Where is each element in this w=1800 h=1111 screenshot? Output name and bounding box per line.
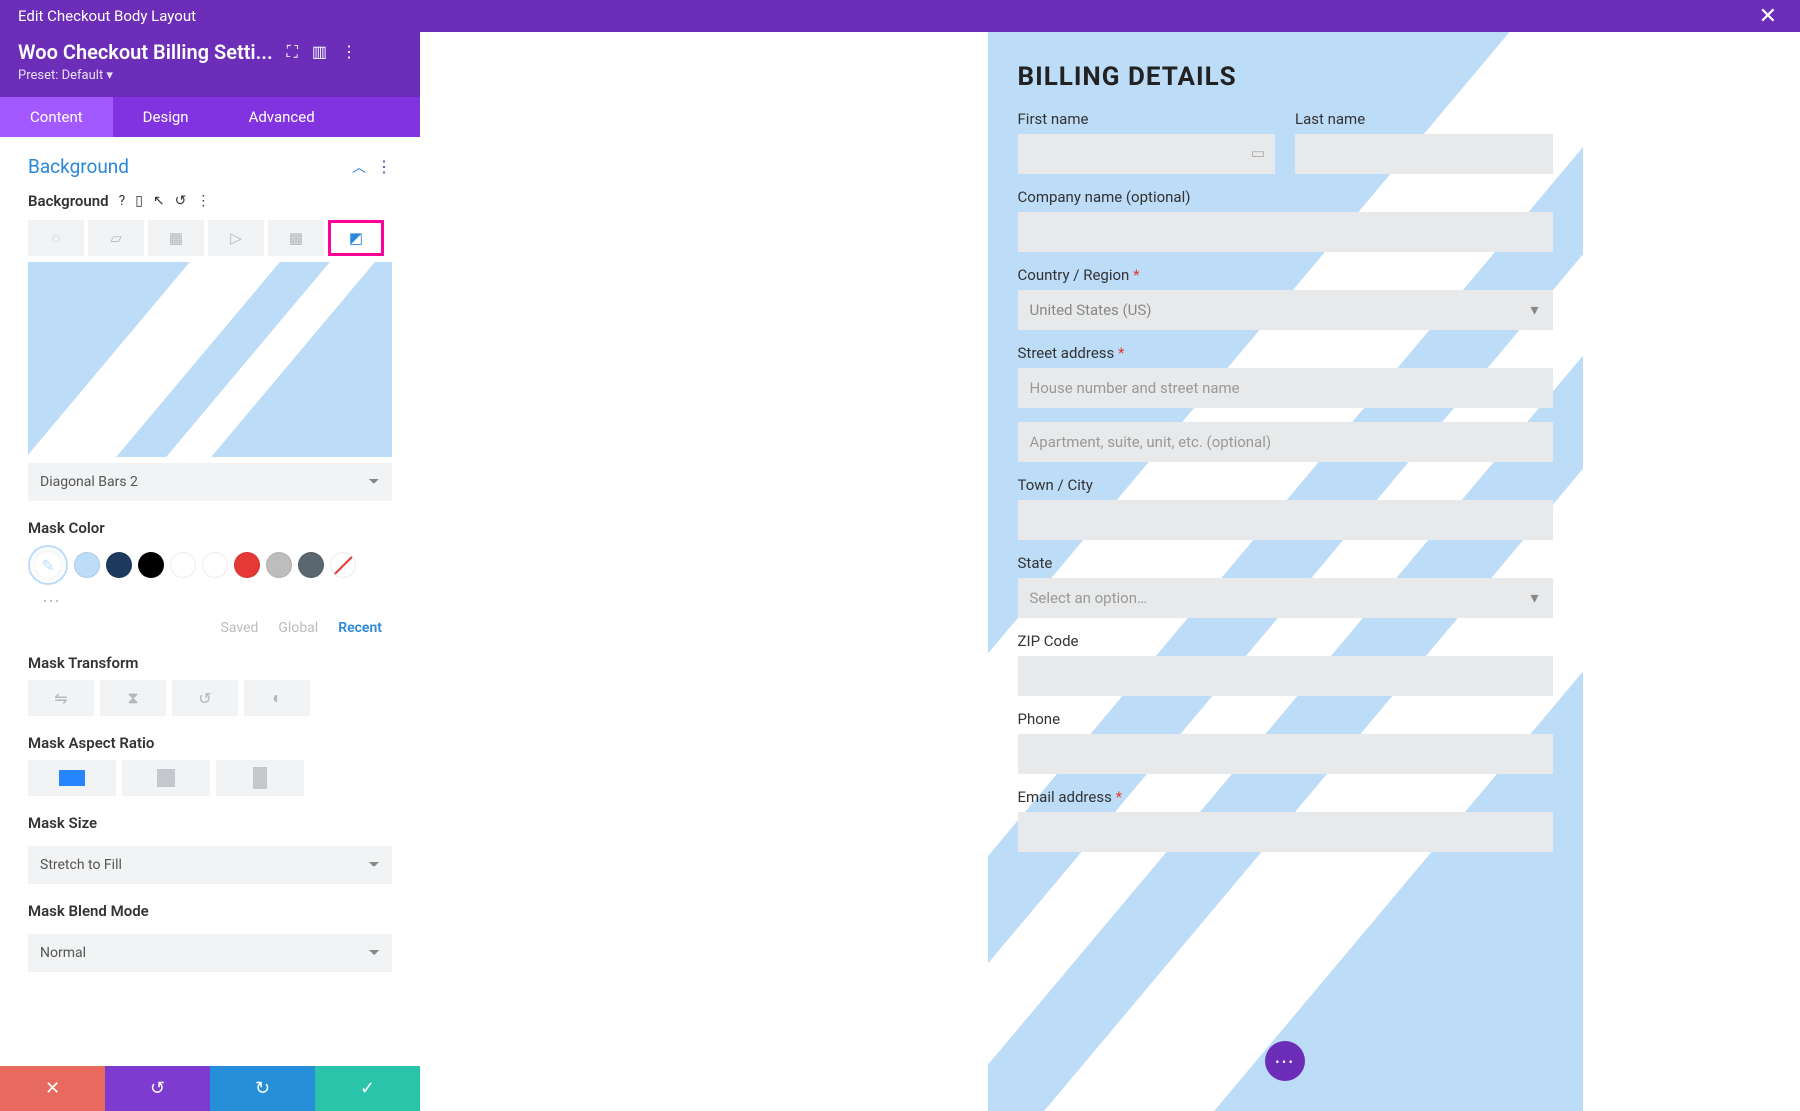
swatch-navy[interactable]: [106, 552, 132, 578]
module-fab[interactable]: ⋯: [1265, 1041, 1305, 1081]
module-title: Woo Checkout Billing Setti...: [18, 40, 273, 64]
bg-type-gradient[interactable]: ▱: [88, 220, 144, 256]
city-label: Town / City: [1018, 476, 1553, 494]
options-icon[interactable]: ⋮: [196, 193, 210, 209]
phone-label: Phone: [1018, 710, 1553, 728]
country-label: Country / Region *: [1018, 266, 1553, 284]
mask-size-label: Mask Size: [28, 814, 392, 832]
background-type-tabs: ◌ ▱ ▦ ▷ ▩ ◩: [28, 220, 392, 256]
cursor-icon[interactable]: ↖: [153, 193, 165, 209]
zip-label: ZIP Code: [1018, 632, 1553, 650]
chevron-up-icon[interactable]: ︿: [352, 157, 366, 177]
background-label: Background: [28, 192, 109, 210]
reset-icon[interactable]: ↺: [175, 193, 187, 209]
swatch-none[interactable]: [330, 552, 356, 578]
color-picker-button[interactable]: ✎: [28, 545, 68, 585]
palette-recent[interactable]: Recent: [338, 620, 382, 636]
mobile-icon[interactable]: ▯: [135, 193, 143, 209]
section-title[interactable]: Background: [28, 155, 129, 178]
section-menu-icon[interactable]: ⋮: [376, 157, 392, 176]
menu-icon[interactable]: ⋮: [341, 42, 357, 62]
mask-size-select[interactable]: Stretch to Fill: [28, 846, 392, 884]
country-select[interactable]: [1018, 290, 1553, 330]
mask-aspect-label: Mask Aspect Ratio: [28, 734, 392, 752]
first-name-label: First name: [1018, 110, 1276, 128]
aspect-portrait[interactable]: [216, 760, 304, 796]
swatch-lightblue[interactable]: [74, 552, 100, 578]
swatch-black[interactable]: [138, 552, 164, 578]
city-field[interactable]: [1018, 500, 1553, 540]
billing-form: BILLING DETAILS First name ▭ Last name C…: [988, 32, 1583, 1111]
panel-footer: ✕ ↺ ↻ ✓: [0, 1066, 420, 1111]
save-button[interactable]: ✓: [315, 1066, 420, 1111]
mask-preview: [28, 262, 392, 457]
first-name-field[interactable]: [1018, 134, 1276, 174]
company-field[interactable]: [1018, 212, 1553, 252]
aspect-square[interactable]: [122, 760, 210, 796]
more-colors-icon[interactable]: ⋯: [42, 591, 392, 612]
swatch-gray[interactable]: [266, 552, 292, 578]
palette-saved[interactable]: Saved: [221, 620, 259, 636]
street-label: Street address *: [1018, 344, 1553, 362]
bg-type-video[interactable]: ▷: [208, 220, 264, 256]
preview-canvas: BILLING DETAILS First name ▭ Last name C…: [420, 32, 1800, 1111]
invert-button[interactable]: ◐: [244, 680, 310, 716]
swatch-darkgray[interactable]: [298, 552, 324, 578]
flip-horizontal-button[interactable]: ⇋: [28, 680, 94, 716]
bg-type-color[interactable]: ◌: [28, 220, 84, 256]
tab-advanced[interactable]: Advanced: [219, 97, 345, 137]
company-label: Company name (optional): [1018, 188, 1553, 206]
bg-type-pattern[interactable]: ▩: [268, 220, 324, 256]
mask-color-label: Mask Color: [28, 519, 392, 537]
last-name-field[interactable]: [1295, 134, 1553, 174]
close-icon[interactable]: ✕: [1754, 4, 1782, 29]
state-select[interactable]: [1018, 578, 1553, 618]
help-icon[interactable]: ?: [119, 193, 126, 209]
tab-content[interactable]: Content: [0, 97, 113, 137]
redo-button[interactable]: ↻: [210, 1066, 315, 1111]
email-label: Email address *: [1018, 788, 1553, 806]
settings-panel: Background ︿ ⋮ Background ? ▯ ↖ ↺ ⋮ ◌ ▱ …: [0, 137, 420, 1111]
aspect-landscape[interactable]: [28, 760, 116, 796]
bg-type-mask[interactable]: ◩: [328, 220, 384, 256]
discard-button[interactable]: ✕: [0, 1066, 105, 1111]
mask-blend-label: Mask Blend Mode: [28, 902, 392, 920]
rotate-button[interactable]: ↺: [172, 680, 238, 716]
mask-transform-label: Mask Transform: [28, 654, 392, 672]
mask-style-select[interactable]: Diagonal Bars 2: [28, 463, 392, 501]
email-field[interactable]: [1018, 812, 1553, 852]
form-title: BILLING DETAILS: [1018, 62, 1553, 92]
flip-vertical-button[interactable]: ⧗: [100, 680, 166, 716]
swatch-white2[interactable]: [202, 552, 228, 578]
color-swatches: ✎: [28, 545, 392, 585]
expand-icon[interactable]: ⛶: [287, 42, 298, 62]
swatch-white[interactable]: [170, 552, 196, 578]
autofill-icon[interactable]: ▭: [1251, 144, 1265, 162]
top-bar: Edit Checkout Body Layout ✕: [0, 0, 1800, 32]
phone-field[interactable]: [1018, 734, 1553, 774]
swatch-red[interactable]: [234, 552, 260, 578]
zip-field[interactable]: [1018, 656, 1553, 696]
panel-icon[interactable]: ▥: [312, 42, 327, 62]
bg-type-image[interactable]: ▦: [148, 220, 204, 256]
tab-design[interactable]: Design: [113, 97, 219, 137]
undo-button[interactable]: ↺: [105, 1066, 210, 1111]
state-label: State: [1018, 554, 1553, 572]
street-field-2[interactable]: [1018, 422, 1553, 462]
street-field-1[interactable]: [1018, 368, 1553, 408]
palette-global[interactable]: Global: [278, 620, 318, 636]
last-name-label: Last name: [1295, 110, 1553, 128]
top-bar-title: Edit Checkout Body Layout: [18, 7, 196, 25]
mask-blend-select[interactable]: Normal: [28, 934, 392, 972]
